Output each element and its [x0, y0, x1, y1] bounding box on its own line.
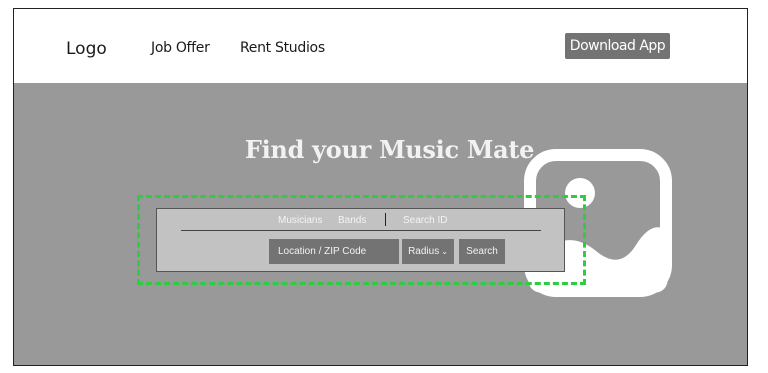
radius-label: Radius [408, 246, 440, 257]
nav-link-rent-studios[interactable]: Rent Studios [240, 40, 325, 56]
search-button[interactable]: Search [459, 239, 505, 264]
page-frame: Logo Job Offer Rent Studios Download App… [13, 8, 748, 366]
navbar: Logo Job Offer Rent Studios Download App [14, 9, 747, 83]
nav-link-job-offer[interactable]: Job Offer [151, 40, 210, 56]
radius-select[interactable]: Radius ⌄ [402, 239, 454, 264]
tab-search-id[interactable]: Search ID [403, 215, 447, 226]
location-input[interactable] [269, 239, 399, 264]
search-tabs: Musicians Bands Search ID [157, 213, 564, 229]
tab-divider [385, 213, 386, 226]
tabs-underline [181, 230, 541, 231]
tab-musicians[interactable]: Musicians [278, 215, 322, 226]
tab-bands[interactable]: Bands [338, 215, 366, 226]
chevron-down-icon: ⌄ [441, 247, 448, 256]
download-app-button[interactable]: Download App [565, 33, 670, 59]
search-panel: Musicians Bands Search ID Radius ⌄ Searc… [156, 208, 565, 272]
hero-section: Find your Music Mate Musicians Bands Sea… [14, 83, 747, 365]
logo[interactable]: Logo [66, 39, 107, 59]
